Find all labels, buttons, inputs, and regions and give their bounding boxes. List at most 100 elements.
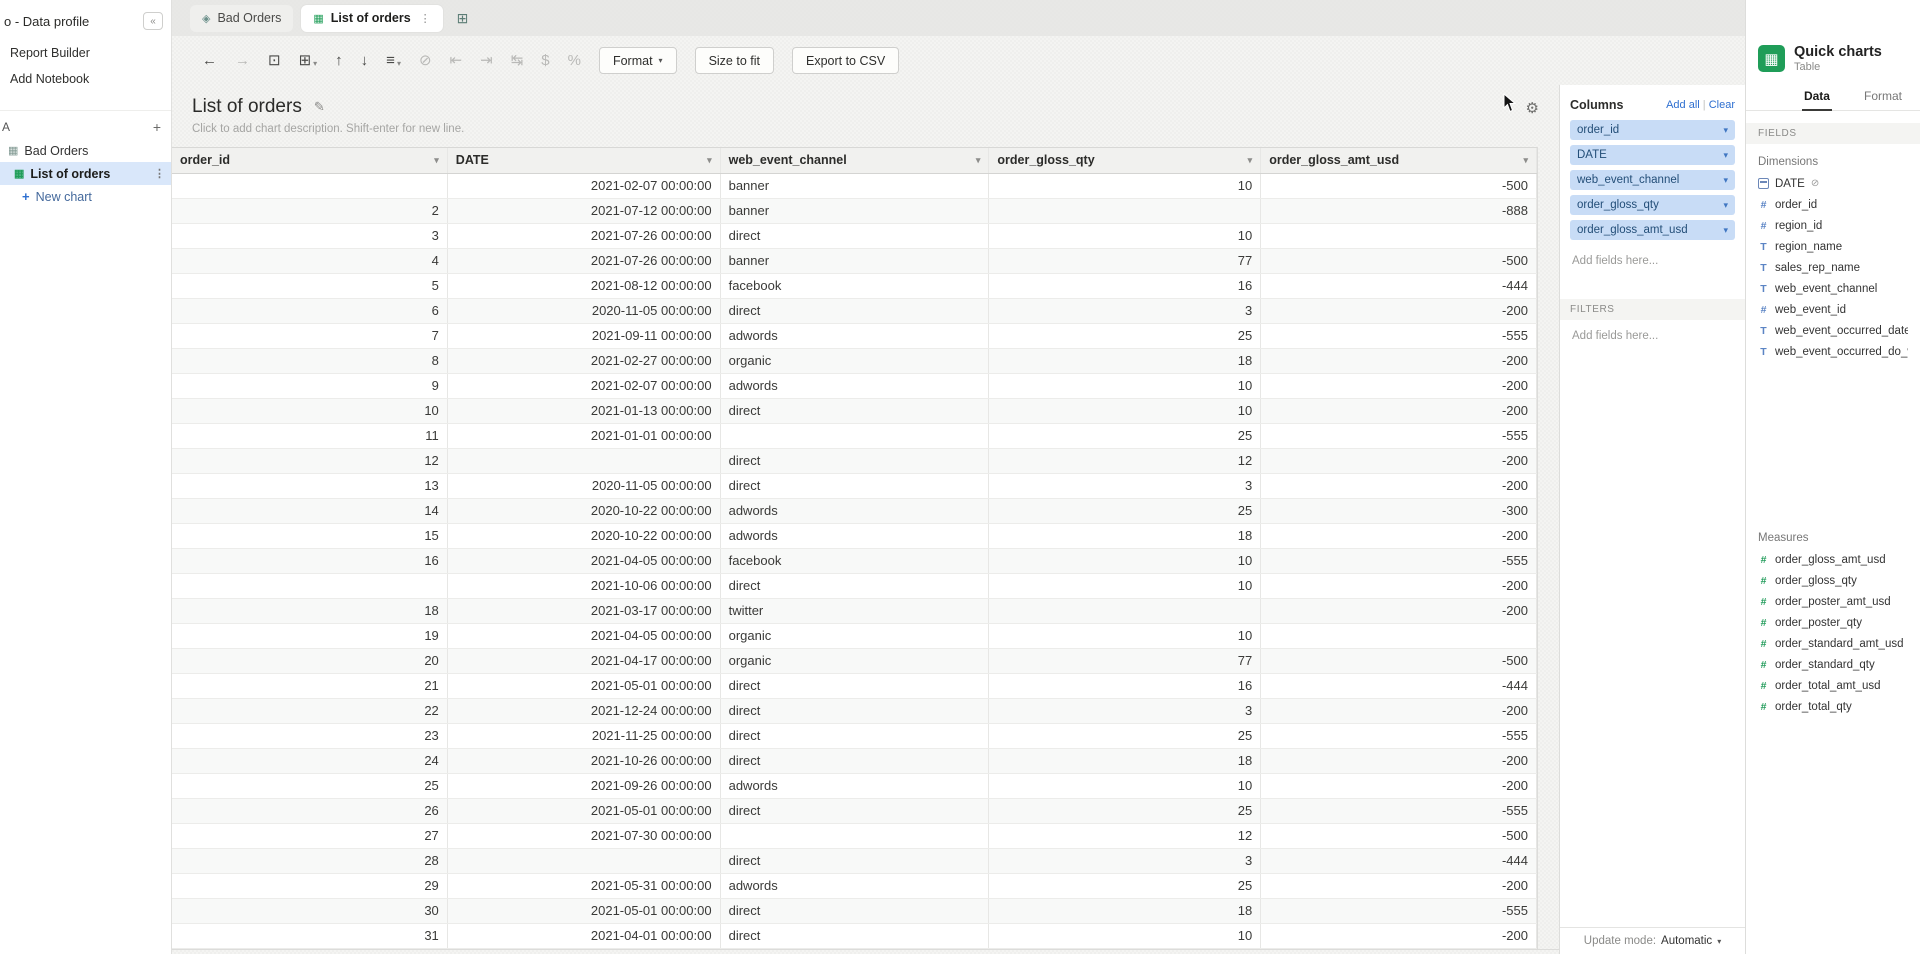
- table-cell[interactable]: direct: [721, 224, 990, 248]
- table-cell[interactable]: 10: [989, 224, 1261, 248]
- table-cell[interactable]: 10: [989, 374, 1261, 398]
- table-cell[interactable]: 2020-11-05 00:00:00: [448, 474, 721, 498]
- clear-link[interactable]: Clear: [1709, 99, 1735, 111]
- table-cell[interactable]: 14: [172, 499, 448, 523]
- edit-pencil-icon[interactable]: ✎: [314, 99, 325, 115]
- filters-add-fields-placeholder[interactable]: Add fields here...: [1560, 320, 1745, 352]
- table-cell[interactable]: 25: [989, 874, 1261, 898]
- table-cell[interactable]: 28: [172, 849, 448, 873]
- table-cell[interactable]: 20: [172, 649, 448, 673]
- sidebar-item-new-chart[interactable]: + New chart: [0, 185, 171, 208]
- table-cell[interactable]: 6: [172, 299, 448, 323]
- table-cell[interactable]: 13: [172, 474, 448, 498]
- size-to-fit-button[interactable]: Size to fit: [695, 47, 774, 74]
- table-cell[interactable]: 18: [989, 349, 1261, 373]
- table-cell[interactable]: -200: [1261, 399, 1537, 423]
- table-cell[interactable]: 2021-02-07 00:00:00: [448, 174, 721, 198]
- column-header-order-gloss-amt-usd[interactable]: order_gloss_amt_usd▾: [1261, 148, 1537, 173]
- dimension-web-event-id[interactable]: #web_event_id: [1746, 299, 1920, 320]
- table-cell[interactable]: 19: [172, 624, 448, 648]
- export-csv-button[interactable]: Export to CSV: [792, 47, 899, 74]
- tab-format[interactable]: Format: [1862, 85, 1904, 110]
- measure-order-poster-amt-usd[interactable]: #order_poster_amt_usd: [1746, 591, 1920, 612]
- table-cell[interactable]: organic: [721, 624, 990, 648]
- table-cell[interactable]: direct: [721, 699, 990, 723]
- dimension-web-event-occurred-do-w-n[interactable]: Tweb_event_occurred_do_w_n: [1746, 341, 1920, 362]
- column-pill-order-gloss-qty[interactable]: order_gloss_qty▾: [1570, 195, 1735, 215]
- table-cell[interactable]: -444: [1261, 274, 1537, 298]
- table-cell[interactable]: adwords: [721, 499, 990, 523]
- table-cell[interactable]: 77: [989, 649, 1261, 673]
- table-cell[interactable]: direct: [721, 899, 990, 923]
- table-cell[interactable]: 77: [989, 249, 1261, 273]
- dimension-web-event-channel[interactable]: Tweb_event_channel: [1746, 278, 1920, 299]
- table-cell[interactable]: 16: [989, 274, 1261, 298]
- table-cell[interactable]: -200: [1261, 474, 1537, 498]
- sort-descending-icon[interactable]: ↓: [361, 53, 369, 68]
- table-cell[interactable]: 2021-05-01 00:00:00: [448, 899, 721, 923]
- measure-order-gloss-amt-usd[interactable]: #order_gloss_amt_usd: [1746, 549, 1920, 570]
- table-cell[interactable]: 2021-07-12 00:00:00: [448, 199, 721, 223]
- table-cell[interactable]: 2021-01-01 00:00:00: [448, 424, 721, 448]
- dimension-region-name[interactable]: Tregion_name: [1746, 236, 1920, 257]
- table-cell[interactable]: adwords: [721, 774, 990, 798]
- table-cell[interactable]: 16: [989, 674, 1261, 698]
- table-cell[interactable]: -200: [1261, 374, 1537, 398]
- measure-order-standard-amt-usd[interactable]: #order_standard_amt_usd: [1746, 633, 1920, 654]
- table-cell[interactable]: 3: [989, 299, 1261, 323]
- align-icon[interactable]: ≡▾: [386, 53, 401, 68]
- table-cell[interactable]: -200: [1261, 599, 1537, 623]
- table-cell[interactable]: direct: [721, 674, 990, 698]
- table-cell[interactable]: 21: [172, 674, 448, 698]
- table-cell[interactable]: -200: [1261, 349, 1537, 373]
- table-cell[interactable]: [989, 199, 1261, 223]
- chevron-down-icon[interactable]: ▾: [1717, 937, 1721, 946]
- measure-order-gloss-qty[interactable]: #order_gloss_qty: [1746, 570, 1920, 591]
- column-header-order-gloss-qty[interactable]: order_gloss_qty▾: [989, 148, 1261, 173]
- table-cell[interactable]: 5: [172, 274, 448, 298]
- columns-add-fields-placeholder[interactable]: Add fields here...: [1560, 245, 1745, 277]
- dimension-date[interactable]: DATE⊘: [1746, 173, 1920, 194]
- table-cell[interactable]: 2021-11-25 00:00:00: [448, 724, 721, 748]
- collapse-sidebar-icon[interactable]: «: [143, 12, 163, 30]
- table-cell[interactable]: [989, 599, 1261, 623]
- column-pill-order-gloss-amt-usd[interactable]: order_gloss_amt_usd▾: [1570, 220, 1735, 240]
- table-cell[interactable]: [172, 574, 448, 598]
- table-cell[interactable]: 2021-04-05 00:00:00: [448, 624, 721, 648]
- dimension-sales-rep-name[interactable]: Tsales_rep_name: [1746, 257, 1920, 278]
- table-cell[interactable]: 3: [989, 474, 1261, 498]
- table-cell[interactable]: [448, 449, 721, 473]
- sidebar-link-add-notebook[interactable]: Add Notebook: [0, 66, 171, 92]
- dimension-web-event-occurred-date[interactable]: Tweb_event_occurred_date: [1746, 320, 1920, 341]
- table-cell[interactable]: 2021-09-11 00:00:00: [448, 324, 721, 348]
- table-cell[interactable]: -500: [1261, 249, 1537, 273]
- table-cell[interactable]: 3: [172, 224, 448, 248]
- table-cell[interactable]: 2021-04-01 00:00:00: [448, 924, 721, 948]
- table-cell[interactable]: 23: [172, 724, 448, 748]
- measure-order-total-amt-usd[interactable]: #order_total_amt_usd: [1746, 675, 1920, 696]
- table-cell[interactable]: 12: [989, 824, 1261, 848]
- chevron-down-icon[interactable]: ▾: [1723, 225, 1728, 236]
- gear-icon[interactable]: ⚙: [1526, 99, 1539, 117]
- update-mode-select[interactable]: Automatic: [1661, 935, 1712, 947]
- table-cell[interactable]: 7: [172, 324, 448, 348]
- sidebar-link-report-builder[interactable]: Report Builder: [0, 40, 171, 66]
- table-cell[interactable]: 9: [172, 374, 448, 398]
- column-header-date[interactable]: DATE▾: [448, 148, 721, 173]
- table-cell[interactable]: 10: [989, 774, 1261, 798]
- chevron-down-icon[interactable]: ▾: [434, 148, 439, 173]
- table-cell[interactable]: organic: [721, 349, 990, 373]
- table-cell[interactable]: 25: [989, 324, 1261, 348]
- chevron-down-icon[interactable]: ▾: [707, 148, 712, 173]
- chevron-down-icon[interactable]: ▾: [1248, 148, 1253, 173]
- dimension-order-id[interactable]: #order_id: [1746, 194, 1920, 215]
- table-cell[interactable]: direct: [721, 574, 990, 598]
- back-icon[interactable]: ←: [202, 53, 217, 68]
- add-all-link[interactable]: Add all: [1666, 99, 1700, 111]
- table-cell[interactable]: adwords: [721, 324, 990, 348]
- table-cell[interactable]: 18: [989, 899, 1261, 923]
- table-cell[interactable]: 29: [172, 874, 448, 898]
- table-cell[interactable]: -555: [1261, 899, 1537, 923]
- insert-column-icon[interactable]: ⊞▾: [299, 53, 318, 68]
- table-cell[interactable]: -444: [1261, 674, 1537, 698]
